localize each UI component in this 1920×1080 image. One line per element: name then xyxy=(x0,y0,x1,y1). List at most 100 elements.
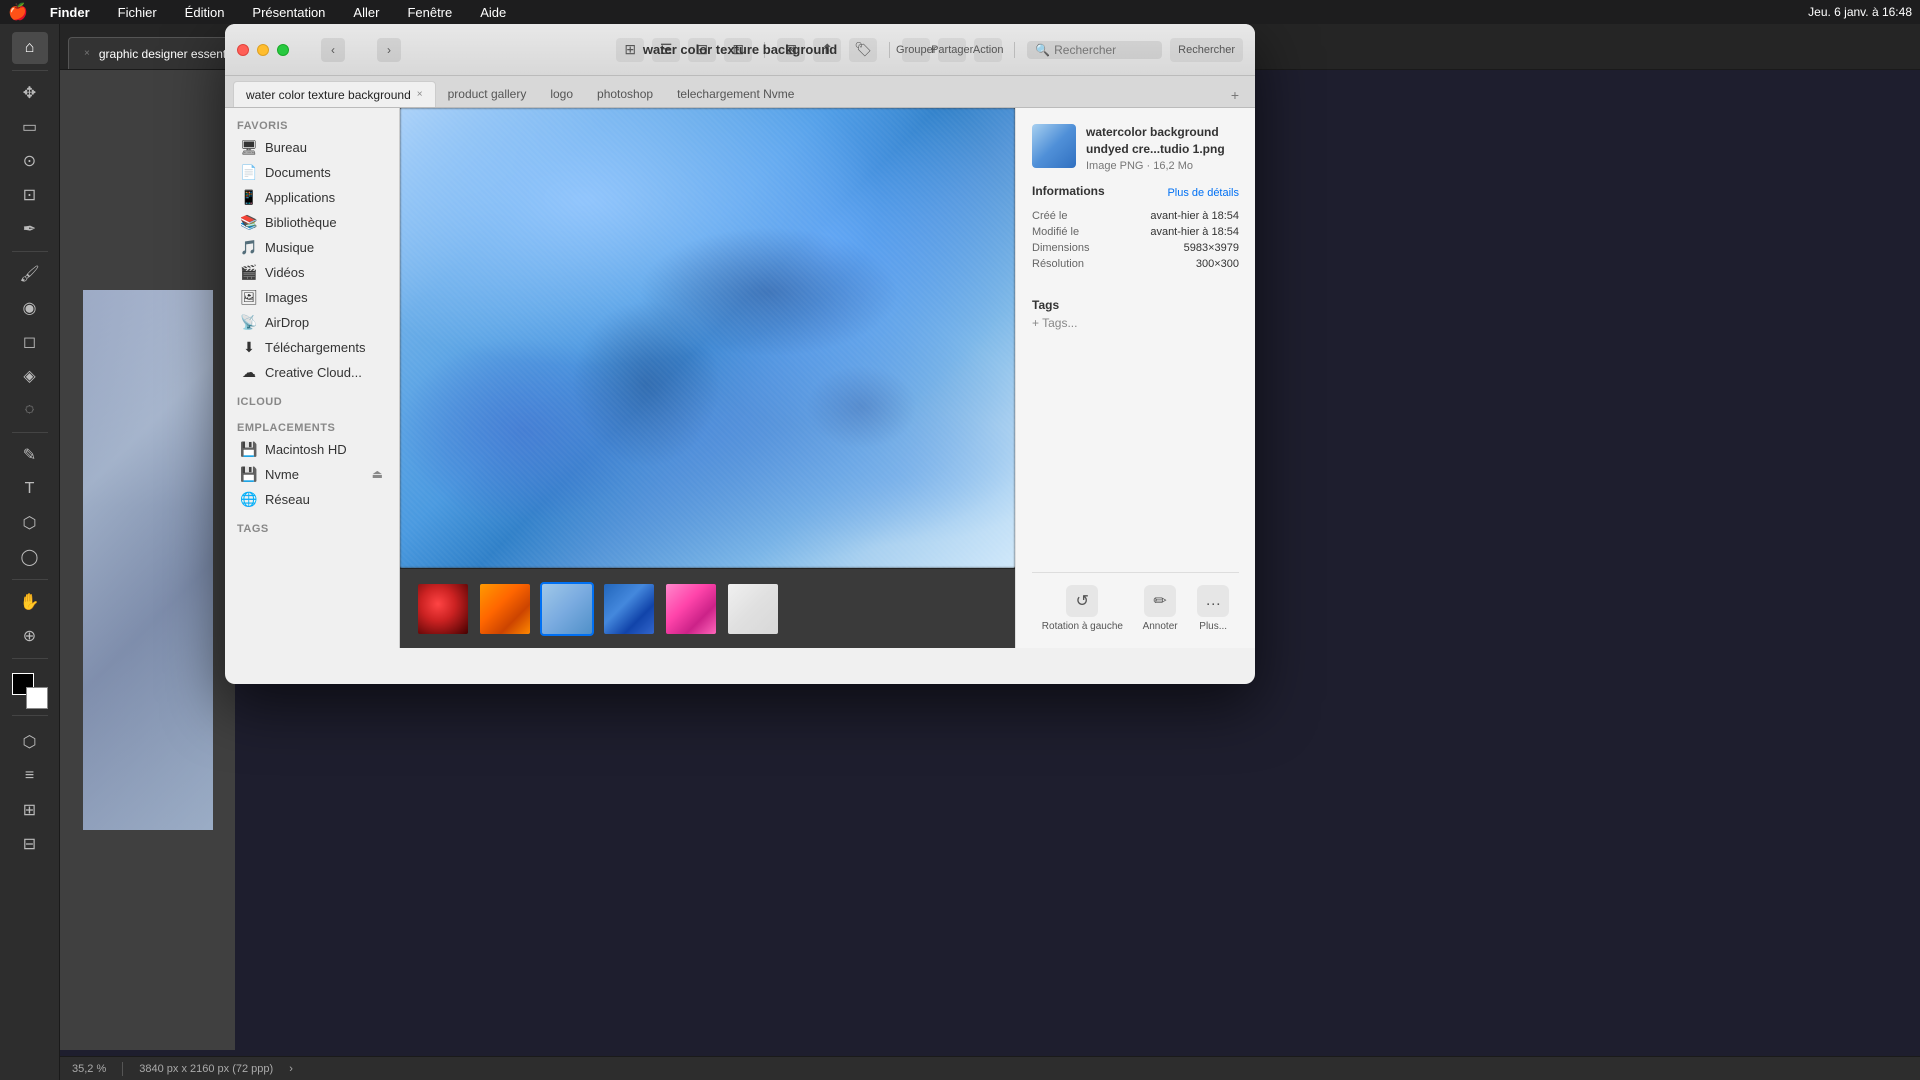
plus-details-link[interactable]: Plus de détails xyxy=(1167,187,1239,199)
tool-shape[interactable]: ◯ xyxy=(12,541,48,573)
nvme-eject-icon[interactable]: ⏏ xyxy=(372,467,383,481)
tab-add-button[interactable]: + xyxy=(1223,83,1247,107)
menubar-datetime: Jeu. 6 janv. à 16:48 xyxy=(1808,5,1912,19)
background-color[interactable] xyxy=(26,687,48,709)
tool-hand[interactable]: ✋ xyxy=(12,586,48,618)
tool-move[interactable]: ✥ xyxy=(12,77,48,109)
tool-selection[interactable]: ▭ xyxy=(12,111,48,143)
sidebar-item-creative-cloud[interactable]: ☁ Creative Cloud... xyxy=(229,360,395,384)
sidebar-item-macintosh-hd[interactable]: 💾 Macintosh HD xyxy=(229,437,395,461)
apple-menu[interactable]: 🍎 xyxy=(8,2,28,22)
tab-photoshop[interactable]: photoshop xyxy=(585,81,665,107)
tool-lasso[interactable]: ⊙ xyxy=(12,145,48,177)
sidebar-item-applications[interactable]: 📱 Applications xyxy=(229,185,395,209)
toolbar-separator-2 xyxy=(889,42,890,58)
tool-adjustments[interactable]: ⊟ xyxy=(12,828,48,860)
plus-btn[interactable]: … Plus... xyxy=(1197,585,1229,632)
menu-fichier[interactable]: Fichier xyxy=(112,3,163,22)
sidebar-label-macintosh-hd: Macintosh HD xyxy=(265,442,347,457)
sidebar-label-nvme: Nvme xyxy=(265,467,299,482)
tool-brush[interactable]: 🖌 xyxy=(12,258,48,290)
tab-close-0[interactable]: × xyxy=(417,89,423,100)
tab-telechargement[interactable]: telechargement Nvme xyxy=(665,81,806,107)
tool-pen[interactable]: ✎ xyxy=(12,439,48,471)
search-container: 🔍 xyxy=(1027,41,1162,59)
tool-smart-object[interactable]: ⬡ xyxy=(12,726,48,758)
menu-aide[interactable]: Aide xyxy=(474,3,512,22)
window-minimize-button[interactable] xyxy=(257,44,269,56)
tool-gradient[interactable]: ◈ xyxy=(12,360,48,392)
info-header: watercolor background undyed cre...tudio… xyxy=(1032,124,1239,172)
tool-home[interactable]: ⌂ xyxy=(12,32,48,64)
tab-product-gallery[interactable]: product gallery xyxy=(436,81,539,107)
tool-blur[interactable]: ◌ xyxy=(12,394,48,426)
toolbar-divider-5 xyxy=(12,658,48,659)
view-icon-btn[interactable]: ⊞ xyxy=(616,38,644,62)
grouper-btn[interactable]: Grouper xyxy=(902,38,930,62)
sidebar-item-videos[interactable]: 🎬 Vidéos xyxy=(229,260,395,284)
tool-text[interactable]: T xyxy=(12,473,48,505)
sidebar-item-documents[interactable]: 📄 Documents xyxy=(229,160,395,184)
rotation-gauche-btn[interactable]: ↺ Rotation à gauche xyxy=(1042,585,1123,632)
sidebar-item-reseau[interactable]: 🌐 Réseau xyxy=(229,487,395,511)
info-thumbnail xyxy=(1032,124,1076,168)
tool-path[interactable]: ⬡ xyxy=(12,507,48,539)
sidebar-item-musique[interactable]: 🎵 Musique xyxy=(229,235,395,259)
thumb-4[interactable] xyxy=(602,582,656,636)
toolbar-divider-4 xyxy=(12,579,48,580)
tool-zoom[interactable]: ⊕ xyxy=(12,620,48,652)
finder-main xyxy=(400,108,1015,648)
action-btn[interactable]: Action xyxy=(974,38,1002,62)
statusbar-arrow[interactable]: › xyxy=(289,1063,293,1075)
tab-water-color[interactable]: water color texture background × xyxy=(233,81,436,107)
sidebar-item-bureau[interactable]: 🖥 Bureau xyxy=(229,135,395,159)
sidebar-item-images[interactable]: 🖼 Images xyxy=(229,285,395,309)
sidebar-item-telechargements[interactable]: ⬇ Téléchargements xyxy=(229,335,395,359)
sidebar-label-applications: Applications xyxy=(265,190,335,205)
thumb-6[interactable] xyxy=(726,582,780,636)
menu-presentation[interactable]: Présentation xyxy=(246,3,331,22)
thumb-img-4 xyxy=(604,584,654,634)
tool-eraser[interactable]: ◻ xyxy=(12,326,48,358)
menu-edition[interactable]: Édition xyxy=(179,3,231,22)
tool-history[interactable]: ⊞ xyxy=(12,794,48,826)
menu-fenetre[interactable]: Fenêtre xyxy=(401,3,458,22)
partager-btn[interactable]: Partager xyxy=(938,38,966,62)
tool-stamp[interactable]: ◉ xyxy=(12,292,48,324)
tags-btn[interactable]: 🏷 xyxy=(849,38,877,62)
finder-info-panel: watercolor background undyed cre...tudio… xyxy=(1015,108,1255,648)
tab-logo[interactable]: logo xyxy=(538,81,585,107)
nav-next-button[interactable]: › xyxy=(377,38,401,62)
tags-add[interactable]: + Tags... xyxy=(1032,316,1239,330)
tool-eyedropper[interactable]: ✒ xyxy=(12,213,48,245)
sidebar-item-airdrop[interactable]: 📡 AirDrop xyxy=(229,310,395,334)
menu-finder[interactable]: Finder xyxy=(44,3,96,22)
info-title-area: watercolor background undyed cre...tudio… xyxy=(1086,124,1239,172)
thumb-2[interactable] xyxy=(478,582,532,636)
thumb-5[interactable] xyxy=(664,582,718,636)
ps-doc-tab-close[interactable]: × xyxy=(81,47,93,60)
sidebar-item-nvme[interactable]: 💾 Nvme ⏏ xyxy=(229,462,395,486)
window-maximize-button[interactable] xyxy=(277,44,289,56)
watercolor-image xyxy=(400,108,1015,568)
sidebar-item-bibliotheque[interactable]: 📚 Bibliothèque xyxy=(229,210,395,234)
toolbar-divider-3 xyxy=(12,432,48,433)
thumb-1[interactable] xyxy=(416,582,470,636)
modifie-le-label: Modifié le xyxy=(1032,226,1079,238)
cree-le-label: Créé le xyxy=(1032,210,1067,222)
tool-crop[interactable]: ⊡ xyxy=(12,179,48,211)
search-btn[interactable]: Rechercher xyxy=(1170,38,1243,62)
finder-preview[interactable] xyxy=(400,108,1015,568)
thumb-3-active[interactable] xyxy=(540,582,594,636)
menu-aller[interactable]: Aller xyxy=(347,3,385,22)
informations-label: Informations xyxy=(1032,184,1105,198)
window-close-button[interactable] xyxy=(237,44,249,56)
color-swatches[interactable] xyxy=(12,673,48,709)
tool-layers[interactable]: ≡ xyxy=(12,760,48,792)
sidebar-label-musique: Musique xyxy=(265,240,314,255)
videos-icon: 🎬 xyxy=(241,264,257,280)
search-input[interactable] xyxy=(1054,43,1154,57)
annoter-btn[interactable]: ✏ Annoter xyxy=(1143,585,1178,632)
nav-prev-button[interactable]: ‹ xyxy=(321,38,345,62)
sidebar-label-videos: Vidéos xyxy=(265,265,305,280)
